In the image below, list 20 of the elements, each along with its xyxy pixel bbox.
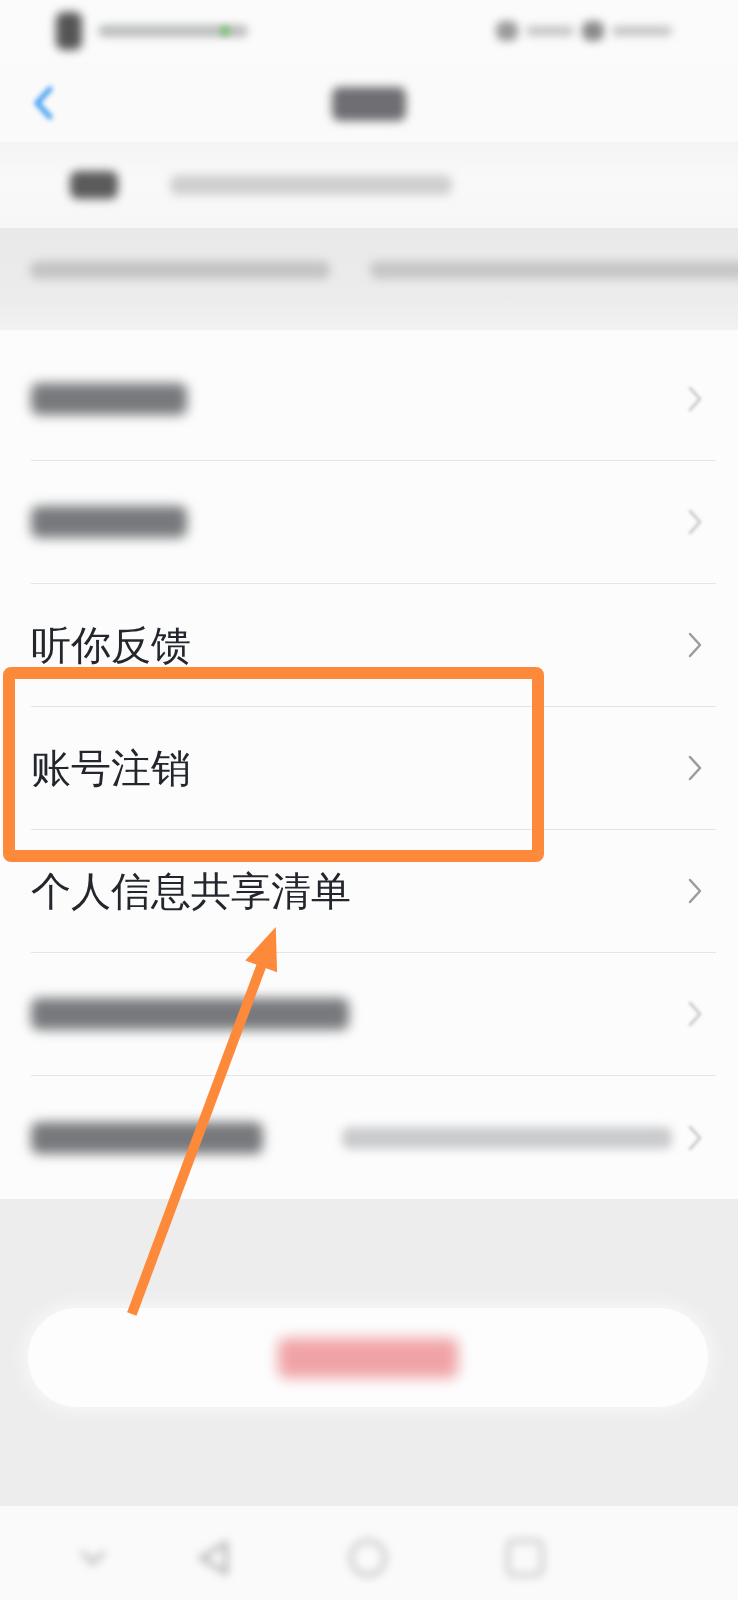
chevron-down-icon[interactable] (80, 1550, 106, 1566)
chevron-right-icon (688, 755, 702, 781)
chevron-right-icon (688, 878, 702, 904)
blurred-icon (582, 21, 604, 41)
status-dot-icon (220, 26, 230, 36)
back-icon[interactable] (32, 86, 54, 120)
chevron-right-icon (688, 1001, 702, 1027)
blurred-text (526, 26, 574, 36)
row-label: 个人信息共享清单 (31, 869, 351, 913)
settings-row[interactable]: 账号注销 (31, 707, 716, 830)
back-icon[interactable] (198, 1541, 228, 1575)
blurred-icon (496, 21, 518, 41)
row-label: 听你反馈 (31, 623, 191, 667)
row-label: 账号注销 (31, 746, 191, 790)
blurred-text (612, 26, 672, 36)
chevron-right-icon (688, 1124, 702, 1151)
chevron-right-icon (688, 509, 702, 535)
chevron-right-icon (688, 386, 702, 412)
settings-row[interactable]: 听你反馈 (31, 584, 716, 707)
chevron-right-icon (688, 632, 702, 658)
